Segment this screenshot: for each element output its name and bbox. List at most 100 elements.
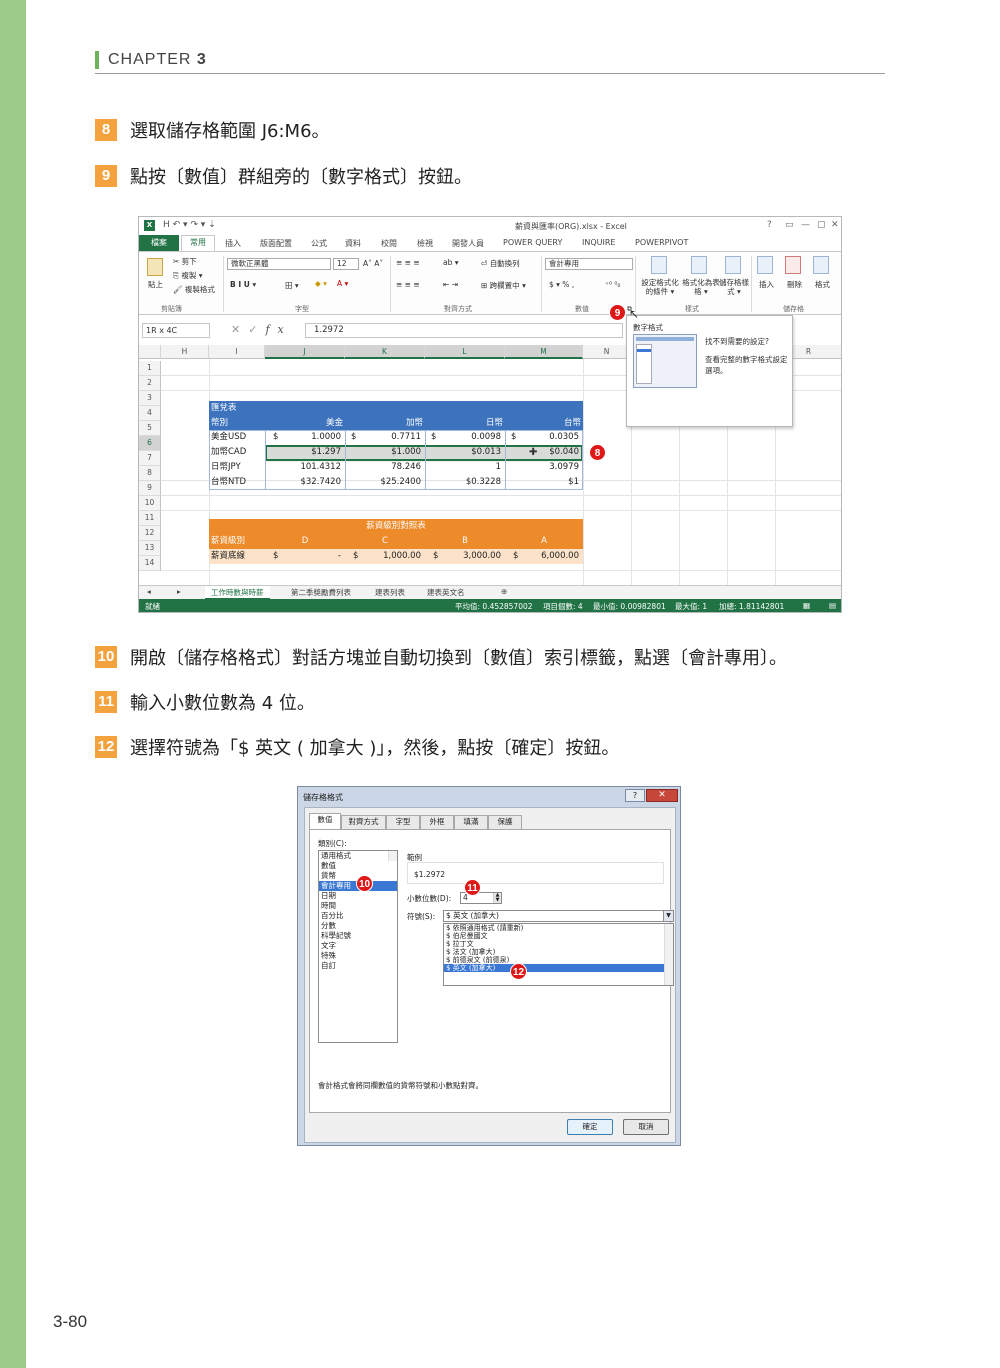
table-cell[interactable]: $1 bbox=[521, 475, 579, 490]
fx-icon[interactable]: fx bbox=[265, 323, 291, 336]
merge-center-button[interactable]: ⊞ 跨欄置中 ▾ bbox=[481, 280, 526, 291]
conditional-format-icon[interactable] bbox=[651, 256, 667, 274]
conditional-format-button[interactable]: 設定格式化的條件 ▾ bbox=[639, 278, 681, 296]
align-left-icons[interactable]: ≡ ≡ ≡ bbox=[396, 280, 420, 289]
table-cell[interactable]: 台幣NTD bbox=[211, 475, 265, 490]
sheet-tab[interactable]: 建表列表 bbox=[375, 587, 405, 598]
row-header[interactable]: 14 bbox=[139, 556, 161, 571]
tab-number[interactable]: 數值 bbox=[309, 813, 341, 829]
maximize-icon[interactable]: ▢ bbox=[817, 220, 826, 230]
table-cell[interactable]: 1 bbox=[441, 460, 501, 475]
tab-inquire[interactable]: INQUIRE bbox=[582, 238, 615, 247]
table-cell[interactable]: 78.246 bbox=[361, 460, 421, 475]
list-item[interactable]: 時間 bbox=[319, 901, 397, 911]
help-icon[interactable]: ? bbox=[767, 220, 772, 230]
table-cell[interactable]: 6,000.00 bbox=[521, 549, 579, 564]
exchange-header-cell[interactable]: 日幣 bbox=[425, 416, 503, 431]
tab-insert[interactable]: 插入 bbox=[225, 238, 241, 249]
table-cell[interactable]: 美金USD bbox=[211, 430, 265, 445]
wrap-text-button[interactable]: ⏎ 自動換列 bbox=[481, 258, 520, 269]
delete-cells-button[interactable]: 刪除 bbox=[787, 279, 802, 290]
indent-icons[interactable]: ⇤ ⇥ bbox=[443, 280, 458, 289]
row-header[interactable]: 9 bbox=[139, 481, 161, 496]
name-box[interactable]: 1R x 4C bbox=[142, 323, 210, 338]
check-icon[interactable]: ✓ bbox=[248, 323, 265, 336]
border-icon[interactable]: 田 ▾ bbox=[285, 280, 299, 291]
number-format-buttons[interactable]: $ ▾ % , bbox=[549, 280, 574, 289]
exchange-header-cell[interactable]: 美金 bbox=[265, 416, 343, 431]
row-header[interactable]: 1 bbox=[139, 361, 161, 376]
column-header[interactable]: H bbox=[161, 345, 209, 359]
row-header[interactable]: 3 bbox=[139, 391, 161, 406]
list-item[interactable]: $ 伯尼曼國文 bbox=[444, 932, 673, 940]
list-item[interactable]: 文字 bbox=[319, 941, 397, 951]
salary-header-cell[interactable]: B bbox=[425, 534, 505, 549]
row-header[interactable]: 4 bbox=[139, 406, 161, 421]
table-cell[interactable]: $1.000 bbox=[361, 445, 421, 460]
exchange-header-cell[interactable]: 幣別 bbox=[211, 416, 265, 431]
list-item[interactable]: $ 依照通用格式 (請重新) bbox=[444, 924, 673, 932]
row-header[interactable]: 13 bbox=[139, 541, 161, 556]
spinner-arrows-icon[interactable]: ▲ ▼ bbox=[493, 893, 501, 903]
table-cell[interactable]: 3,000.00 bbox=[441, 549, 501, 564]
list-item[interactable]: 百分比 bbox=[319, 911, 397, 921]
list-item[interactable]: 特殊 bbox=[319, 951, 397, 961]
cell-styles-icon[interactable] bbox=[725, 256, 741, 274]
decimal-icons[interactable]: ⁺⁰ ⁰₀ bbox=[605, 280, 620, 289]
row-header[interactable]: 11 bbox=[139, 511, 161, 526]
row-header[interactable]: 12 bbox=[139, 526, 161, 541]
column-header[interactable]: J bbox=[265, 345, 345, 359]
tab-review[interactable]: 校閱 bbox=[381, 238, 397, 249]
quick-access-toolbar[interactable]: H ↶ ▾ ↷ ▾ ⇣ bbox=[163, 220, 216, 230]
ribbon-display-icon[interactable]: ▭ bbox=[785, 220, 794, 230]
tab-alignment[interactable]: 對齊方式 bbox=[341, 815, 386, 829]
tab-view[interactable]: 檢視 bbox=[417, 238, 433, 249]
tab-powerpivot[interactable]: POWERPIVOT bbox=[635, 238, 688, 247]
tab-formulas[interactable]: 公式 bbox=[311, 238, 327, 249]
row-header[interactable]: 2 bbox=[139, 376, 161, 391]
list-item[interactable]: 分數 bbox=[319, 921, 397, 931]
salary-header-cell[interactable]: 薪資級別 bbox=[211, 534, 265, 549]
salary-header-cell[interactable]: D bbox=[265, 534, 345, 549]
copy-button[interactable]: ⎘ 複製 ▾ bbox=[173, 270, 203, 281]
page-layout-icon[interactable]: ▤ bbox=[829, 601, 836, 610]
close-button[interactable]: ✕ bbox=[646, 789, 678, 802]
table-cell[interactable]: $ bbox=[511, 430, 521, 445]
add-sheet-icon[interactable]: ⊕ bbox=[501, 587, 507, 596]
salary-table-title[interactable]: 薪資級別對照表 bbox=[209, 519, 583, 534]
format-painter-button[interactable]: 🖌 複製格式 bbox=[173, 284, 215, 295]
tab-page-layout[interactable]: 版面配置 bbox=[260, 238, 292, 249]
table-cell[interactable]: - bbox=[283, 549, 341, 564]
table-cell[interactable]: $0.013 bbox=[441, 445, 501, 460]
list-item[interactable]: $ 法文 (加拿大) bbox=[444, 948, 673, 956]
table-cell[interactable]: 0.7711 bbox=[361, 430, 421, 445]
list-item[interactable]: $ 前德泉文 (前德泉) bbox=[444, 956, 673, 964]
table-cell[interactable]: $ bbox=[351, 430, 361, 445]
table-cell[interactable]: 1.0000 bbox=[283, 430, 341, 445]
list-item[interactable]: 日期 bbox=[319, 891, 397, 901]
table-cell[interactable]: 1,000.00 bbox=[361, 549, 421, 564]
font-color-icon[interactable]: A ▾ bbox=[337, 279, 348, 288]
column-header[interactable]: K bbox=[345, 345, 425, 359]
tab-developer[interactable]: 開發人員 bbox=[452, 238, 484, 249]
exchange-header-cell[interactable]: 台幣 bbox=[505, 416, 581, 431]
sheet-tab[interactable]: 第二季獎勵費列表 bbox=[291, 587, 351, 598]
paste-button[interactable]: 貼上 bbox=[148, 279, 163, 290]
row-header[interactable]: 8 bbox=[139, 466, 161, 481]
list-item[interactable]: $ 英文 (加拿大) bbox=[444, 964, 673, 972]
format-cells-icon[interactable] bbox=[813, 256, 829, 274]
column-header[interactable]: L bbox=[425, 345, 505, 359]
sheet-tab[interactable]: 工作時數與時薪 bbox=[205, 586, 270, 600]
row-header[interactable]: 7 bbox=[139, 451, 161, 466]
help-button[interactable]: ? bbox=[625, 789, 645, 802]
table-cell[interactable]: 薪資底線 bbox=[211, 549, 265, 564]
category-scrollbar[interactable] bbox=[388, 851, 397, 861]
sheet-tab[interactable]: 建表英文名 bbox=[427, 587, 465, 598]
table-cell[interactable]: $0.3228 bbox=[441, 475, 501, 490]
table-cell[interactable]: $ bbox=[273, 430, 283, 445]
table-cell[interactable]: 加幣CAD bbox=[211, 445, 265, 460]
cancel-icon[interactable]: ✕ bbox=[231, 323, 248, 336]
sheet-nav-next-icon[interactable]: ▸ bbox=[177, 587, 181, 596]
select-all-corner[interactable] bbox=[139, 345, 161, 359]
list-item[interactable]: 數值 bbox=[319, 861, 397, 871]
